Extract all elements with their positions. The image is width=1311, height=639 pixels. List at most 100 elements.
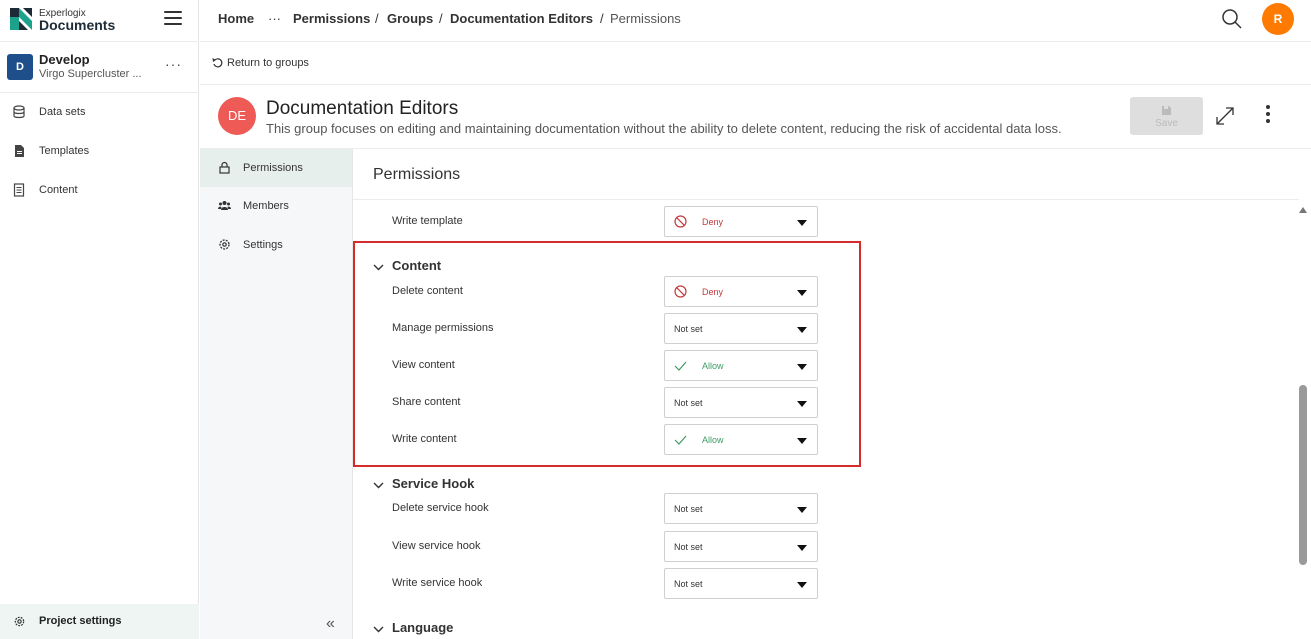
sidebar-item-templates[interactable]: Templates (0, 133, 199, 169)
experlogix-logo-icon (10, 8, 32, 30)
group-title: Documentation Editors (266, 98, 459, 119)
breadcrumb-documentation-editors[interactable]: Documentation Editors (450, 11, 593, 26)
return-label: Return to groups (227, 57, 309, 69)
chevron-down-icon (373, 626, 384, 633)
permission-label: Share content (392, 396, 461, 408)
deny-icon (674, 215, 687, 228)
return-to-groups-link[interactable]: Return to groups (212, 57, 309, 69)
user-avatar[interactable]: R (1262, 3, 1294, 35)
brand: Experlogix Documents (0, 0, 199, 42)
project-switcher[interactable]: D Develop Virgo Supercluster ... ··· (0, 42, 199, 93)
breadcrumb-ellipsis[interactable]: ··· (268, 11, 281, 26)
permission-label: Write content (392, 433, 457, 445)
view-service-hook-select[interactable]: Not set (664, 531, 818, 562)
save-button[interactable]: Save (1130, 97, 1203, 135)
gear-icon (14, 616, 25, 627)
select-value: Allow (702, 435, 724, 445)
chevron-down-icon (797, 327, 807, 333)
section-service-hook-toggle[interactable]: Service Hook (373, 476, 474, 491)
breadcrumb-separator: / (600, 11, 604, 26)
project-subtitle: Virgo Supercluster ... (39, 68, 142, 80)
sidebar-item-project-settings[interactable]: Project settings (0, 604, 199, 639)
section-title: Language (392, 620, 454, 635)
select-value: Not set (674, 398, 703, 408)
sidebar-item-label: Content (39, 184, 78, 196)
view-content-select[interactable]: Allow (664, 350, 818, 381)
select-value: Not set (674, 542, 703, 552)
permission-label: View service hook (392, 540, 481, 552)
group-header: DE Documentation Editors This group focu… (200, 85, 1311, 149)
section-content-toggle[interactable]: Content (373, 258, 441, 273)
file-icon (15, 145, 24, 157)
write-service-hook-select[interactable]: Not set (664, 568, 818, 599)
chevron-down-icon (373, 264, 384, 271)
breadcrumb-groups[interactable]: Groups (387, 11, 433, 26)
sidebar-item-label: Project settings (39, 615, 122, 627)
permission-label: Delete content (392, 285, 463, 297)
tab-label: Permissions (243, 162, 303, 174)
section-language-toggle[interactable]: Language (373, 620, 453, 635)
search-icon[interactable] (1221, 8, 1243, 30)
tab-label: Settings (243, 239, 283, 251)
scroll-up-arrow[interactable] (1299, 207, 1307, 213)
group-subnav: Permissions Members Settings « (200, 149, 353, 639)
gear-icon (219, 239, 230, 250)
select-value: Allow (702, 361, 724, 371)
permission-label: Delete service hook (392, 502, 489, 514)
breadcrumb-separator: / (375, 11, 379, 26)
chevron-down-icon (797, 545, 807, 551)
return-bar: Return to groups (200, 42, 1311, 85)
undo-icon (212, 58, 223, 68)
group-description: This group focuses on editing and mainta… (266, 121, 1062, 136)
breadcrumb-home[interactable]: Home (218, 11, 254, 26)
menu-icon[interactable] (164, 11, 182, 27)
delete-service-hook-select[interactable]: Not set (664, 493, 818, 524)
check-icon (674, 435, 687, 445)
select-value: Not set (674, 579, 703, 589)
chevron-down-icon (797, 220, 807, 226)
tab-members[interactable]: Members (200, 187, 352, 225)
breadcrumb-permissions[interactable]: Permissions (293, 11, 370, 26)
chevron-down-icon (797, 364, 807, 370)
project-name: Develop (39, 52, 90, 67)
breadcrumb-current: Permissions (610, 11, 681, 26)
group-avatar: DE (218, 97, 256, 135)
sidebar: Experlogix Documents D Develop Virgo Sup… (0, 0, 199, 639)
check-icon (674, 361, 687, 371)
document-icon (13, 183, 25, 197)
top-bar: Home ··· Permissions / Groups / Document… (200, 0, 1311, 42)
brand-product: Documents (39, 17, 116, 33)
tab-settings[interactable]: Settings (200, 226, 352, 264)
select-value: Not set (674, 324, 703, 334)
scrollbar-thumb[interactable] (1299, 385, 1307, 565)
breadcrumb-separator: / (439, 11, 443, 26)
write-content-select[interactable]: Allow (664, 424, 818, 455)
divider (353, 199, 1299, 200)
select-value: Deny (702, 287, 724, 297)
panel-title: Permissions (373, 166, 461, 183)
sidebar-item-label: Data sets (39, 106, 86, 118)
chevron-down-icon (797, 507, 807, 513)
permission-label: Manage permissions (392, 322, 494, 334)
share-content-select[interactable]: Not set (664, 387, 818, 418)
database-icon (13, 105, 25, 119)
section-title: Content (392, 258, 442, 273)
write-template-select[interactable]: Deny (664, 206, 818, 237)
sidebar-item-label: Templates (39, 145, 90, 157)
delete-content-select[interactable]: Deny (664, 276, 818, 307)
tab-label: Members (243, 200, 289, 212)
tab-permissions[interactable]: Permissions (200, 149, 352, 187)
lock-icon (219, 161, 230, 174)
more-vertical-icon[interactable] (1266, 105, 1272, 123)
manage-permissions-select[interactable]: Not set (664, 313, 818, 344)
section-title: Service Hook (392, 476, 475, 491)
sidebar-item-content[interactable]: Content (0, 172, 199, 208)
users-icon (218, 201, 231, 210)
more-options-icon[interactable]: ··· (165, 56, 182, 72)
expand-icon[interactable] (1214, 105, 1236, 127)
collapse-sidebar-icon[interactable]: « (326, 615, 335, 633)
chevron-down-icon (797, 582, 807, 588)
save-icon (1162, 106, 1171, 115)
chevron-down-icon (797, 401, 807, 407)
sidebar-item-data-sets[interactable]: Data sets (0, 94, 199, 130)
